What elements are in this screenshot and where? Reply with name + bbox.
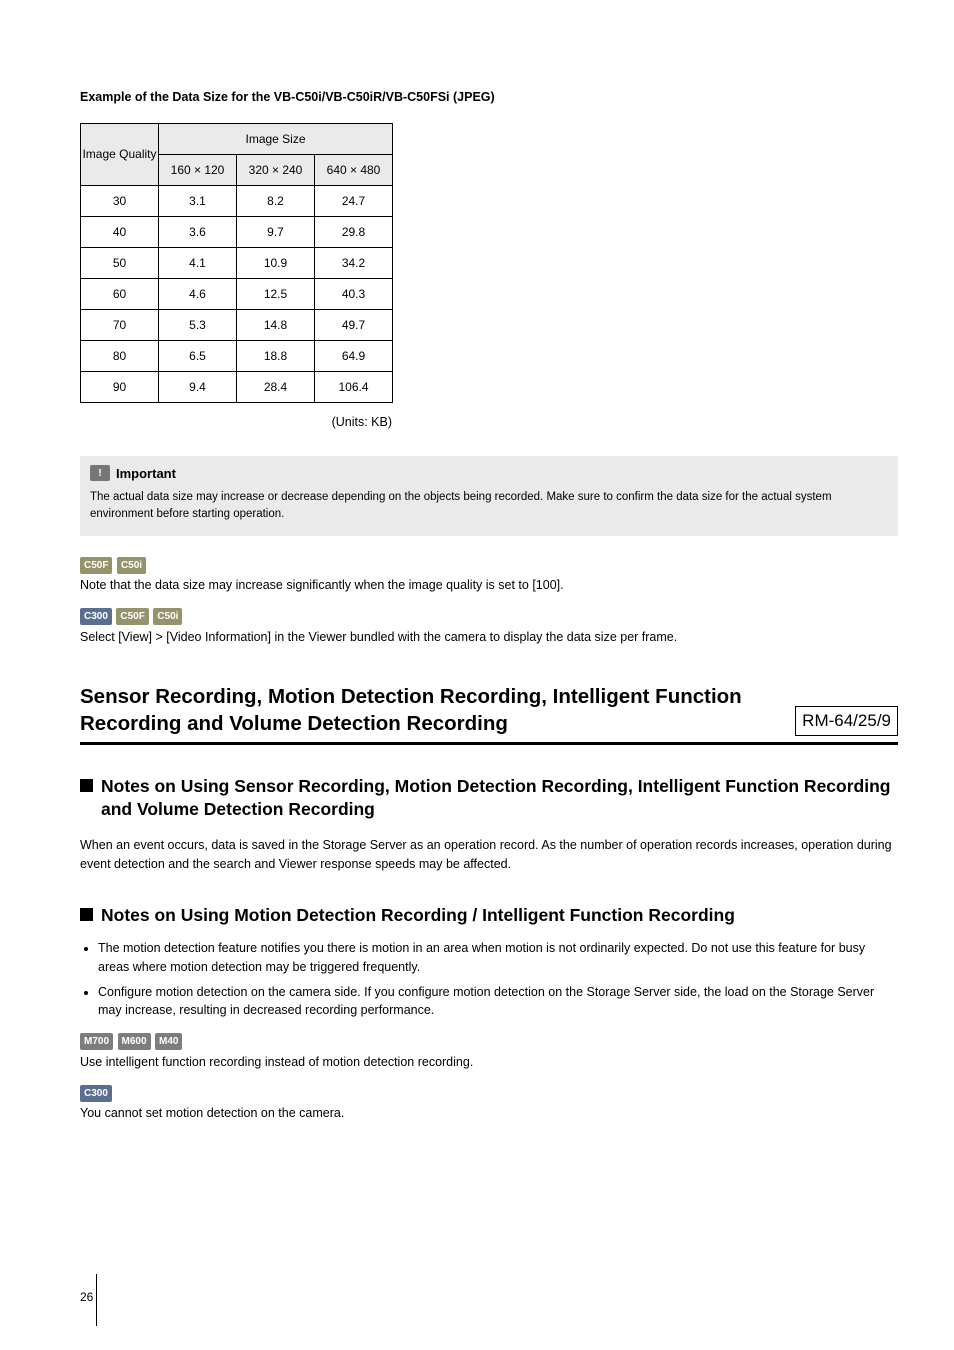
- cell-value: 8.2: [237, 185, 315, 216]
- cell-value: 12.5: [237, 278, 315, 309]
- badge-c50i: C50i: [117, 557, 146, 574]
- cell-value: 3.1: [159, 185, 237, 216]
- table-row: 604.612.540.3: [81, 278, 393, 309]
- badge-c50f: C50F: [80, 557, 112, 574]
- cell-quality: 90: [81, 371, 159, 402]
- table-title: Example of the Data Size for the VB-C50i…: [80, 88, 898, 107]
- page-number: 26: [80, 1288, 93, 1306]
- cell-value: 3.6: [159, 216, 237, 247]
- cell-value: 24.7: [315, 185, 393, 216]
- bullet-2: Configure motion detection on the camera…: [98, 983, 898, 1021]
- subheading-1-text: When an event occurs, data is saved in t…: [80, 836, 898, 874]
- units-label: (Units: KB): [80, 413, 392, 432]
- note-a-text: Use intelligent function recording inste…: [80, 1053, 898, 1072]
- table-row: 504.110.934.2: [81, 247, 393, 278]
- cell-value: 14.8: [237, 309, 315, 340]
- important-box: ! Important The actual data size may inc…: [80, 456, 898, 536]
- note2-text: Select [View] > [Video Information] in t…: [80, 628, 898, 647]
- table-row: 303.18.224.7: [81, 185, 393, 216]
- note-b-badges: C300: [80, 1084, 898, 1103]
- header-size: Image Size: [159, 123, 393, 154]
- bullet-1: The motion detection feature notifies yo…: [98, 939, 898, 977]
- cell-value: 6.5: [159, 340, 237, 371]
- cell-quality: 30: [81, 185, 159, 216]
- cell-quality: 50: [81, 247, 159, 278]
- important-text: The actual data size may increase or dec…: [90, 489, 888, 524]
- note1-badges: C50F C50i: [80, 556, 898, 575]
- badge-m40: M40: [155, 1033, 182, 1050]
- subheading-1-title: Notes on Using Sensor Recording, Motion …: [101, 775, 898, 822]
- square-bullet-icon: [80, 908, 93, 921]
- subheading-1: Notes on Using Sensor Recording, Motion …: [80, 775, 898, 822]
- cell-value: 9.7: [237, 216, 315, 247]
- badge-c300: C300: [80, 1085, 112, 1102]
- cell-value: 106.4: [315, 371, 393, 402]
- rm-badge: RM-64/25/9: [795, 706, 898, 736]
- note-a-badges: M700 M600 M40: [80, 1032, 898, 1051]
- square-bullet-icon: [80, 779, 93, 792]
- important-icon: !: [90, 465, 110, 481]
- size-col-1: 320 × 240: [237, 154, 315, 185]
- badge-m600: M600: [118, 1033, 151, 1050]
- note2-badges: C300 C50F C50i: [80, 607, 898, 626]
- page-divider: [96, 1274, 97, 1326]
- cell-value: 9.4: [159, 371, 237, 402]
- table-row: 909.428.4106.4: [81, 371, 393, 402]
- badge-m700: M700: [80, 1033, 113, 1050]
- header-quality: Image Quality: [81, 123, 159, 185]
- note-b-text: You cannot set motion detection on the c…: [80, 1104, 898, 1123]
- important-label: Important: [116, 464, 176, 484]
- cell-value: 10.9: [237, 247, 315, 278]
- table-row: 806.518.864.9: [81, 340, 393, 371]
- cell-value: 49.7: [315, 309, 393, 340]
- table-row: 705.314.849.7: [81, 309, 393, 340]
- size-col-0: 160 × 120: [159, 154, 237, 185]
- badge-c50f: C50F: [116, 608, 148, 625]
- size-col-2: 640 × 480: [315, 154, 393, 185]
- cell-quality: 40: [81, 216, 159, 247]
- cell-value: 18.8: [237, 340, 315, 371]
- section-title: Sensor Recording, Motion Detection Recor…: [80, 683, 795, 738]
- bullet-list: The motion detection feature notifies yo…: [80, 939, 898, 1020]
- cell-value: 40.3: [315, 278, 393, 309]
- cell-quality: 80: [81, 340, 159, 371]
- cell-value: 29.8: [315, 216, 393, 247]
- cell-value: 34.2: [315, 247, 393, 278]
- cell-quality: 70: [81, 309, 159, 340]
- table-row: 403.69.729.8: [81, 216, 393, 247]
- badge-c300: C300: [80, 608, 112, 625]
- cell-value: 4.6: [159, 278, 237, 309]
- subheading-2-title: Notes on Using Motion Detection Recordin…: [101, 904, 735, 928]
- subheading-2: Notes on Using Motion Detection Recordin…: [80, 904, 898, 928]
- cell-value: 28.4: [237, 371, 315, 402]
- cell-value: 5.3: [159, 309, 237, 340]
- cell-quality: 60: [81, 278, 159, 309]
- note1-text: Note that the data size may increase sig…: [80, 576, 898, 595]
- section-header: Sensor Recording, Motion Detection Recor…: [80, 683, 898, 745]
- data-size-table: Image Quality Image Size 160 × 120 320 ×…: [80, 123, 393, 403]
- cell-value: 64.9: [315, 340, 393, 371]
- cell-value: 4.1: [159, 247, 237, 278]
- badge-c50i: C50i: [153, 608, 182, 625]
